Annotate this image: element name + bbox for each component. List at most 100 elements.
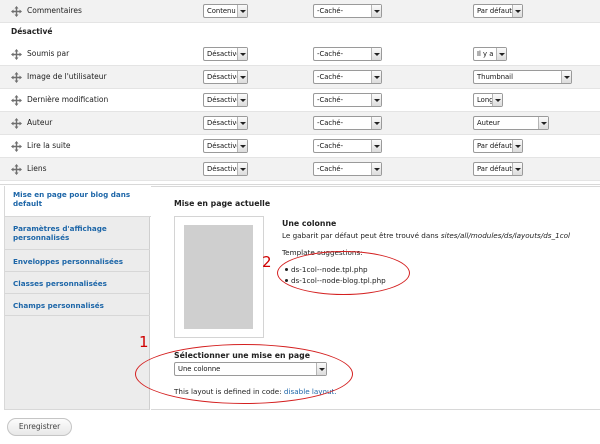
vtab-parametres-affichage[interactable]: Paramètres d'affichage personnalisés xyxy=(5,217,150,250)
panel-title: Mise en page actuelle xyxy=(174,199,271,208)
drag-handle-icon[interactable] xyxy=(11,141,22,152)
label-select[interactable]: -Caché- xyxy=(313,47,382,61)
field-label: Dernière modification xyxy=(27,95,109,104)
field-row-soumis-par: Soumis par Désactivé -Caché- Il y a xyxy=(0,43,600,66)
display-select[interactable]: Par défaut xyxy=(473,162,523,176)
chevron-down-icon xyxy=(371,140,381,152)
display-select-value: Thumbnail xyxy=(477,73,513,81)
display-select[interactable]: Long xyxy=(473,93,503,107)
drag-handle-icon[interactable] xyxy=(11,72,22,83)
chevron-down-icon xyxy=(237,5,247,17)
format-select[interactable]: Désactivé xyxy=(203,116,248,130)
display-select-value: Auteur xyxy=(477,119,500,127)
field-row-auteur: Auteur Désactivé -Caché- Auteur xyxy=(0,112,600,135)
display-select-value: Par défaut xyxy=(477,165,512,173)
vtab-enveloppes[interactable]: Enveloppes personnalisées xyxy=(5,250,150,272)
chevron-down-icon xyxy=(371,163,381,175)
chevron-down-icon xyxy=(538,117,548,129)
label-select-value: -Caché- xyxy=(317,165,344,173)
format-select[interactable]: Désactivé xyxy=(203,47,248,61)
chevron-down-icon xyxy=(512,140,522,152)
label-select[interactable]: -Caché- xyxy=(313,139,382,153)
display-select-value: Il y a xyxy=(477,50,494,58)
annotation-number-1: 1 xyxy=(139,333,149,351)
vtab-classes[interactable]: Classes personnalisées xyxy=(5,272,150,294)
format-select-value: Contenu xyxy=(207,7,236,15)
vtab-label: Mise en page pour blog dans default xyxy=(13,190,131,208)
chevron-down-icon xyxy=(512,5,522,17)
chevron-down-icon xyxy=(371,5,381,17)
vtab-separator xyxy=(5,315,150,316)
display-select[interactable]: Auteur xyxy=(473,116,549,130)
display-select[interactable]: Thumbnail xyxy=(473,70,572,84)
chevron-down-icon xyxy=(237,117,247,129)
label-select-value: -Caché- xyxy=(317,119,344,127)
field-row-derniere-modification: Dernière modification Désactivé -Caché- … xyxy=(0,89,600,112)
chevron-down-icon xyxy=(237,163,247,175)
chevron-down-icon xyxy=(371,117,381,129)
annotation-number-2: 2 xyxy=(262,253,272,271)
format-select[interactable]: Désactivé xyxy=(203,70,248,84)
label-select-value: -Caché- xyxy=(317,7,344,15)
vtab-mise-en-page[interactable]: Mise en page pour blog dans default xyxy=(5,186,151,217)
format-select-value: Désactivé xyxy=(207,50,241,58)
layout-desc-path: sites/all/modules/ds/layouts/ds_1col xyxy=(440,231,571,240)
display-select-value: Par défaut xyxy=(477,142,512,150)
format-select-value: Désactivé xyxy=(207,119,241,127)
annotation-ellipse-layout-select xyxy=(135,344,353,404)
field-label: Soumis par xyxy=(27,49,70,58)
chevron-down-icon xyxy=(512,163,522,175)
field-row-liens: Liens Désactivé -Caché- Par défaut xyxy=(0,158,600,181)
format-select[interactable]: Désactivé xyxy=(203,93,248,107)
chevron-down-icon xyxy=(496,48,506,60)
chevron-down-icon xyxy=(561,71,571,83)
annotation-ellipse-suggestions xyxy=(277,251,410,295)
display-select-value: Par défaut xyxy=(477,7,512,15)
vertical-tabs: Mise en page pour blog dans default Para… xyxy=(4,186,151,410)
drag-handle-icon[interactable] xyxy=(11,164,22,175)
vtab-label: Enveloppes personnalisées xyxy=(13,257,124,266)
format-select-value: Désactivé xyxy=(207,165,241,173)
drag-handle-icon[interactable] xyxy=(11,49,22,60)
chevron-down-icon xyxy=(237,94,247,106)
field-row-image-utilisateur: Image de l'utilisateur Désactivé -Caché-… xyxy=(0,66,600,89)
layout-preview-frame xyxy=(174,216,264,338)
display-select[interactable]: Par défaut xyxy=(473,139,523,153)
label-select[interactable]: -Caché- xyxy=(313,116,382,130)
display-select[interactable]: Il y a xyxy=(473,47,507,61)
format-select-value: Désactivé xyxy=(207,96,241,104)
format-select-value: Désactivé xyxy=(207,142,241,150)
chevron-down-icon xyxy=(237,140,247,152)
drag-handle-icon[interactable] xyxy=(11,95,22,106)
save-button[interactable]: Enregistrer xyxy=(7,418,72,436)
display-select[interactable]: Par défaut xyxy=(473,4,523,18)
layout-desc-prefix: Le gabarit par défaut peut être trouvé d… xyxy=(282,231,441,240)
field-row-commentaires: Commentaires Contenu -Caché- Par défaut xyxy=(0,0,600,23)
format-select[interactable]: Désactivé xyxy=(203,162,248,176)
label-select-value: -Caché- xyxy=(317,142,344,150)
label-select-value: -Caché- xyxy=(317,73,344,81)
chevron-down-icon xyxy=(237,48,247,60)
chevron-down-icon xyxy=(492,94,502,106)
label-select[interactable]: -Caché- xyxy=(313,70,382,84)
format-select[interactable]: Désactivé xyxy=(203,139,248,153)
format-select[interactable]: Contenu xyxy=(203,4,248,18)
label-select[interactable]: -Caché- xyxy=(313,4,382,18)
vtab-champs[interactable]: Champs personnalisés xyxy=(5,294,150,316)
display-select-value: Long xyxy=(477,96,494,104)
chevron-down-icon xyxy=(371,48,381,60)
label-select[interactable]: -Caché- xyxy=(313,93,382,107)
layout-preview-image xyxy=(184,225,253,329)
vtab-label: Champs personnalisés xyxy=(13,301,104,310)
label-select[interactable]: -Caché- xyxy=(313,162,382,176)
field-label: Commentaires xyxy=(27,6,82,15)
field-row-lire-la-suite: Lire la suite Désactivé -Caché- Par défa… xyxy=(0,135,600,158)
label-select-value: -Caché- xyxy=(317,96,344,104)
region-header-disabled: Désactivé xyxy=(11,27,53,36)
drag-handle-icon[interactable] xyxy=(11,6,22,17)
field-label: Lire la suite xyxy=(27,141,71,150)
chevron-down-icon xyxy=(371,71,381,83)
layout-name: Une colonne xyxy=(282,219,337,228)
label-select-value: -Caché- xyxy=(317,50,344,58)
drag-handle-icon[interactable] xyxy=(11,118,22,129)
